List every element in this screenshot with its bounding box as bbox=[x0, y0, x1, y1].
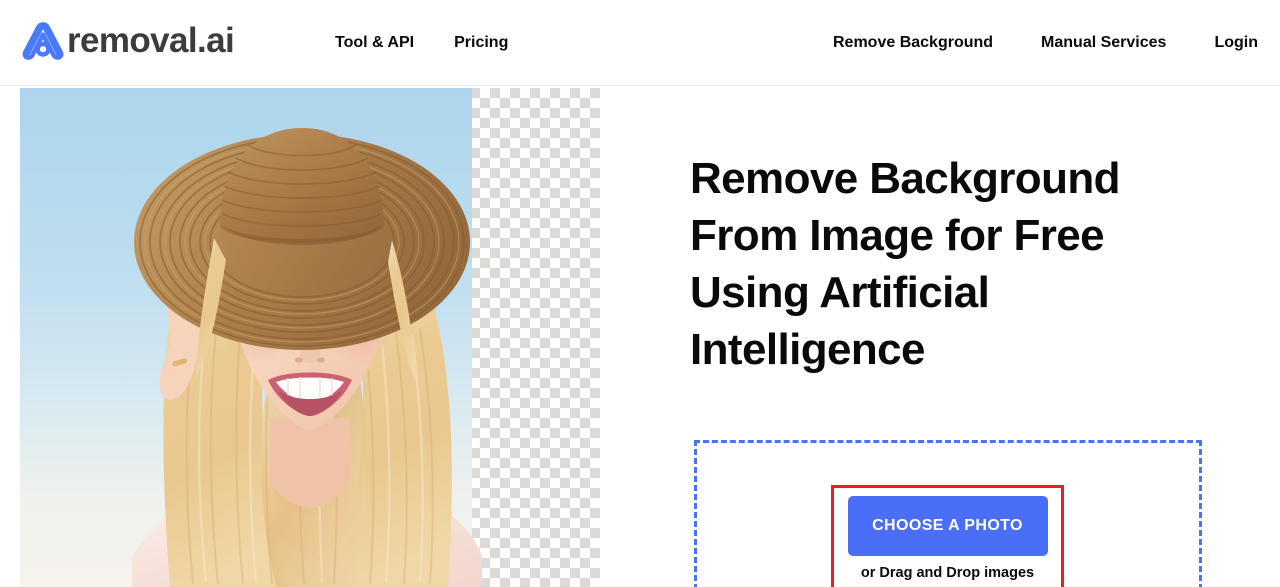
drag-and-drop-hint: or Drag and Drop images bbox=[860, 565, 1035, 581]
woman-portrait-illustration bbox=[20, 88, 600, 587]
brand-name: removal.ai bbox=[67, 20, 235, 60]
nav-item-pricing[interactable]: Pricing bbox=[454, 35, 508, 51]
brand-logo-link[interactable]: removal.ai bbox=[20, 14, 235, 66]
nav-item-remove-background[interactable]: Remove Background bbox=[833, 35, 993, 51]
nav-item-manual-services[interactable]: Manual Services bbox=[1041, 35, 1166, 51]
upload-highlight-annotation: CHOOSE A PHOTO or Drag and Drop images bbox=[831, 485, 1064, 587]
primary-navigation-left: Tool & API Pricing bbox=[335, 0, 508, 86]
choose-a-photo-button[interactable]: CHOOSE A PHOTO bbox=[847, 496, 1048, 556]
hero-demo-image bbox=[20, 88, 600, 587]
page-title: Remove Background From Image for Free Us… bbox=[690, 154, 1121, 374]
nav-item-tool-and-api[interactable]: Tool & API bbox=[335, 35, 414, 51]
primary-navigation-right: Remove Background Manual Services Login bbox=[833, 0, 1258, 86]
hero-copy: Remove Background From Image for Free Us… bbox=[690, 150, 1210, 378]
hero-section: Remove Background From Image for Free Us… bbox=[0, 86, 1280, 587]
removal-ai-logo-icon bbox=[22, 22, 64, 60]
site-header: removal.ai Tool & API Pricing Remove Bac… bbox=[0, 0, 1280, 86]
nav-item-login[interactable]: Login bbox=[1214, 35, 1258, 51]
